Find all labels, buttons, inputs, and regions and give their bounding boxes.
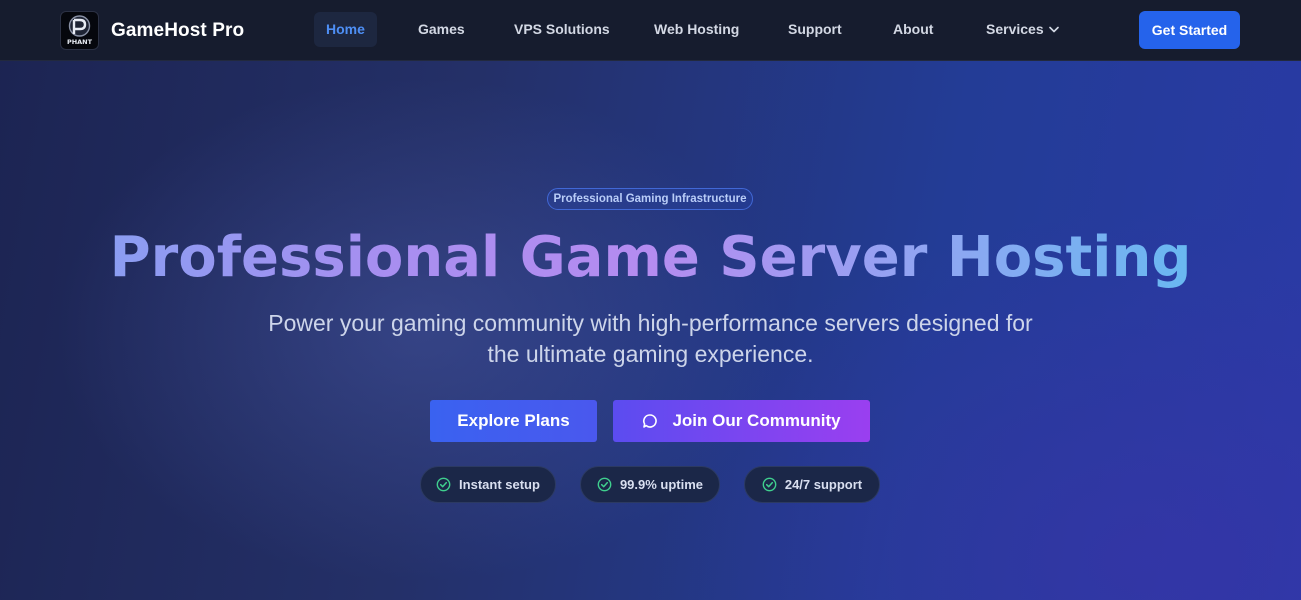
- page: PHANT GameHost Pro Home Games VPS Soluti…: [0, 0, 1301, 600]
- check-circle-icon: [762, 477, 777, 492]
- explore-plans-button[interactable]: Explore Plans: [430, 400, 597, 442]
- nav-item-about[interactable]: About: [881, 12, 945, 47]
- nav-item-support[interactable]: Support: [776, 12, 854, 47]
- hero-badge: Professional Gaming Infrastructure: [547, 188, 753, 210]
- join-community-label: Join Our Community: [672, 411, 841, 430]
- feature-pill-instant-setup: Instant setup: [420, 466, 556, 503]
- brand[interactable]: PHANT GameHost Pro: [60, 11, 244, 50]
- brand-logo: PHANT: [60, 11, 99, 50]
- nav-item-vps-solutions[interactable]: VPS Solutions: [502, 12, 622, 47]
- join-community-button[interactable]: Join Our Community: [613, 400, 870, 442]
- nav-item-games[interactable]: Games: [406, 12, 477, 47]
- nav-item-home[interactable]: Home: [314, 12, 377, 47]
- check-circle-icon: [597, 477, 612, 492]
- svg-text:PHANT: PHANT: [67, 38, 93, 46]
- phant-logo-icon: PHANT: [67, 15, 93, 46]
- chat-bubble-icon: [642, 413, 658, 429]
- hero-section: Professional Gaming Infrastructure Profe…: [0, 61, 1301, 600]
- nav-item-web-hosting[interactable]: Web Hosting: [642, 12, 751, 47]
- brand-name: GameHost Pro: [111, 19, 245, 41]
- nav-item-services[interactable]: Services: [974, 12, 1071, 47]
- feature-label: 99.9% uptime: [619, 477, 704, 492]
- nav-item-services-label: Services: [986, 21, 1044, 37]
- feature-pill-support: 24/7 support: [744, 466, 880, 503]
- feature-label: Instant setup: [459, 477, 540, 492]
- feature-pill-uptime: 99.9% uptime: [580, 466, 720, 503]
- chevron-down-icon: [1048, 26, 1059, 33]
- hero-subtitle: Power your gaming community with high-pe…: [268, 310, 1033, 367]
- hero-title: Professional Game Server Hosting: [0, 221, 1301, 295]
- check-circle-icon: [436, 477, 451, 492]
- top-navbar: PHANT GameHost Pro Home Games VPS Soluti…: [0, 0, 1301, 61]
- get-started-button[interactable]: Get Started: [1139, 11, 1240, 49]
- feature-label: 24/7 support: [784, 477, 863, 492]
